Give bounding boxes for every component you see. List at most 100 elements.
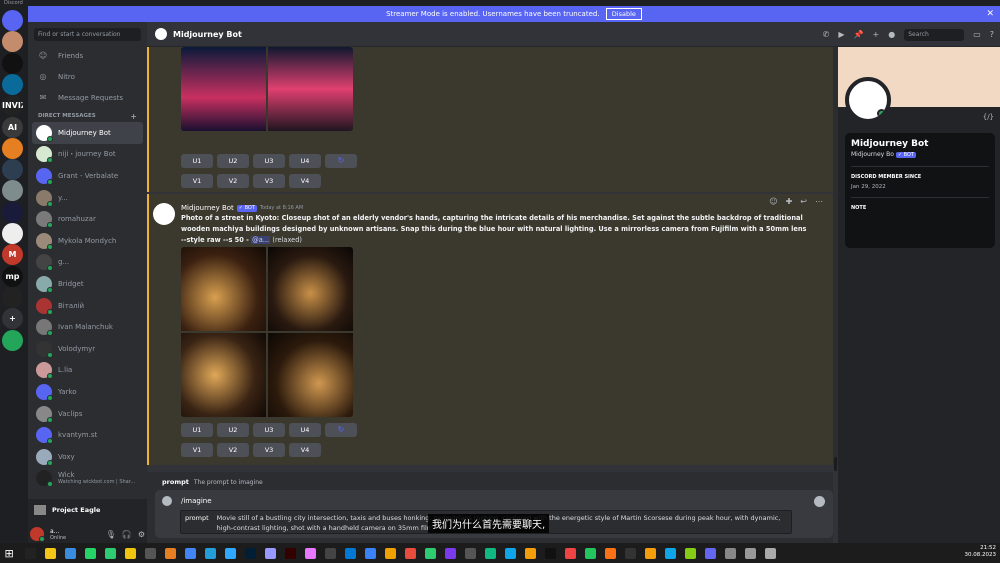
taskbar-app-icon[interactable]: [464, 547, 476, 559]
upscale-button[interactable]: U1: [181, 154, 213, 168]
variation-button[interactable]: V1: [181, 174, 213, 188]
pin-icon[interactable]: 📌: [854, 30, 864, 39]
server-icon[interactable]: [2, 137, 23, 159]
taskbar-app-icon[interactable]: [44, 547, 56, 559]
server-icon[interactable]: [2, 10, 23, 31]
add-dm-icon[interactable]: +: [130, 112, 137, 121]
dm-item[interactable]: Volodymyr: [32, 338, 143, 360]
disable-button[interactable]: Disable: [605, 8, 642, 20]
message-author[interactable]: Midjourney Bot: [181, 204, 234, 212]
taskbar-app-icon[interactable]: [724, 547, 736, 559]
server-icon[interactable]: M: [2, 244, 23, 266]
taskbar-app-icon[interactable]: [344, 547, 356, 559]
taskbar-clock[interactable]: 21:52 30.08.2023: [965, 545, 997, 559]
mic-icon[interactable]: 🎙: [106, 530, 116, 539]
dm-item[interactable]: Vaclips: [32, 403, 143, 425]
taskbar-app-icon[interactable]: [104, 547, 116, 559]
upscale-button[interactable]: U2: [217, 154, 249, 168]
user-mention[interactable]: @a...: [251, 236, 271, 244]
server-icon[interactable]: [2, 286, 23, 308]
upscale-button[interactable]: U1: [181, 423, 213, 437]
taskbar-app-icon[interactable]: [504, 547, 516, 559]
server-icon[interactable]: AI: [2, 116, 23, 138]
taskbar-app-icon[interactable]: [64, 547, 76, 559]
taskbar-app-icon[interactable]: [704, 547, 716, 559]
gear-icon[interactable]: ⚙: [138, 530, 145, 539]
add-friend-icon[interactable]: +: [873, 30, 880, 39]
emoji-icon[interactable]: ☺: [769, 197, 777, 206]
headphones-icon[interactable]: 🎧: [122, 530, 132, 539]
taskbar-app-icon[interactable]: [224, 547, 236, 559]
project-eagle-item[interactable]: Project Eagle: [28, 503, 147, 517]
reaction-icon[interactable]: ✚: [786, 197, 793, 206]
taskbar-app-icon[interactable]: [144, 547, 156, 559]
dm-item[interactable]: romahuzar: [32, 208, 143, 230]
taskbar-app-icon[interactable]: [584, 547, 596, 559]
upscale-button[interactable]: U2: [217, 423, 249, 437]
taskbar-app-icon[interactable]: [204, 547, 216, 559]
dm-item[interactable]: Віталій: [32, 295, 143, 317]
sidebar-item-nitro[interactable]: ◎ Nitro: [32, 66, 143, 87]
server-icon[interactable]: [2, 159, 23, 181]
sidebar-item-friends[interactable]: ☺ Friends: [32, 45, 143, 66]
server-icon[interactable]: [2, 52, 23, 74]
windows-start-icon[interactable]: ⊞: [5, 548, 16, 559]
dm-item[interactable]: kvantym.st: [32, 424, 143, 446]
dm-item[interactable]: g...: [32, 252, 143, 274]
taskbar-app-icon[interactable]: [544, 547, 556, 559]
current-user[interactable]: a... Online 🎙 🎧 ⚙: [30, 525, 145, 543]
taskbar-app-icon[interactable]: [644, 547, 656, 559]
image-grid[interactable]: [181, 47, 353, 131]
server-icon[interactable]: [2, 329, 23, 351]
variation-button[interactable]: V4: [289, 174, 321, 188]
variation-button[interactable]: V2: [217, 174, 249, 188]
server-icon[interactable]: INVIZ: [2, 95, 23, 117]
server-icon[interactable]: [2, 223, 23, 244]
close-icon[interactable]: ✕: [986, 6, 994, 22]
taskbar-app-icon[interactable]: [444, 547, 456, 559]
server-icon[interactable]: [2, 201, 23, 223]
dm-item[interactable]: Voxy: [32, 446, 143, 468]
app-commands-icon[interactable]: {/}: [983, 113, 994, 121]
taskbar-app-icon[interactable]: [364, 547, 376, 559]
taskbar-app-icon[interactable]: [404, 547, 416, 559]
dm-item[interactable]: niji・journey Bot: [32, 144, 143, 166]
upscale-button[interactable]: U4: [289, 154, 321, 168]
taskbar-app-icon[interactable]: [324, 547, 336, 559]
image-grid[interactable]: [181, 247, 353, 417]
taskbar-app-icon[interactable]: [684, 547, 696, 559]
upscale-button[interactable]: U4: [289, 423, 321, 437]
taskbar-app-icon[interactable]: [484, 547, 496, 559]
reroll-icon[interactable]: ↻: [325, 423, 357, 437]
taskbar-app-icon[interactable]: [84, 547, 96, 559]
server-icon[interactable]: mp: [2, 265, 23, 287]
taskbar-app-icon[interactable]: [284, 547, 296, 559]
reroll-icon[interactable]: ↻: [325, 154, 357, 168]
taskbar-app-icon[interactable]: [764, 547, 776, 559]
taskbar-app-icon[interactable]: [564, 547, 576, 559]
variation-button[interactable]: V4: [289, 443, 321, 457]
taskbar-app-icon[interactable]: [124, 547, 136, 559]
emoji-picker-icon[interactable]: [814, 496, 825, 507]
taskbar-app-icon[interactable]: [744, 547, 756, 559]
taskbar-app-icon[interactable]: [184, 547, 196, 559]
taskbar-app-icon[interactable]: [264, 547, 276, 559]
taskbar-app-icon[interactable]: [164, 547, 176, 559]
search-conversation-input[interactable]: Find or start a conversation: [34, 28, 141, 41]
server-icon[interactable]: [2, 73, 23, 95]
reply-icon[interactable]: ↩: [800, 197, 807, 206]
server-icon[interactable]: +: [2, 308, 23, 330]
dm-item[interactable]: Bridget: [32, 273, 143, 295]
variation-button[interactable]: V3: [253, 174, 285, 188]
taskbar-app-icon[interactable]: [604, 547, 616, 559]
dm-item[interactable]: y...: [32, 187, 143, 209]
taskbar-app-icon[interactable]: [384, 547, 396, 559]
more-icon[interactable]: ⋯: [815, 197, 823, 206]
call-icon[interactable]: ✆: [823, 30, 830, 39]
dm-item[interactable]: Mykola Mondych: [32, 230, 143, 252]
variation-button[interactable]: V1: [181, 443, 213, 457]
variation-button[interactable]: V3: [253, 443, 285, 457]
variation-button[interactable]: V2: [217, 443, 249, 457]
server-icon[interactable]: [2, 31, 23, 53]
server-icon[interactable]: [2, 180, 23, 202]
